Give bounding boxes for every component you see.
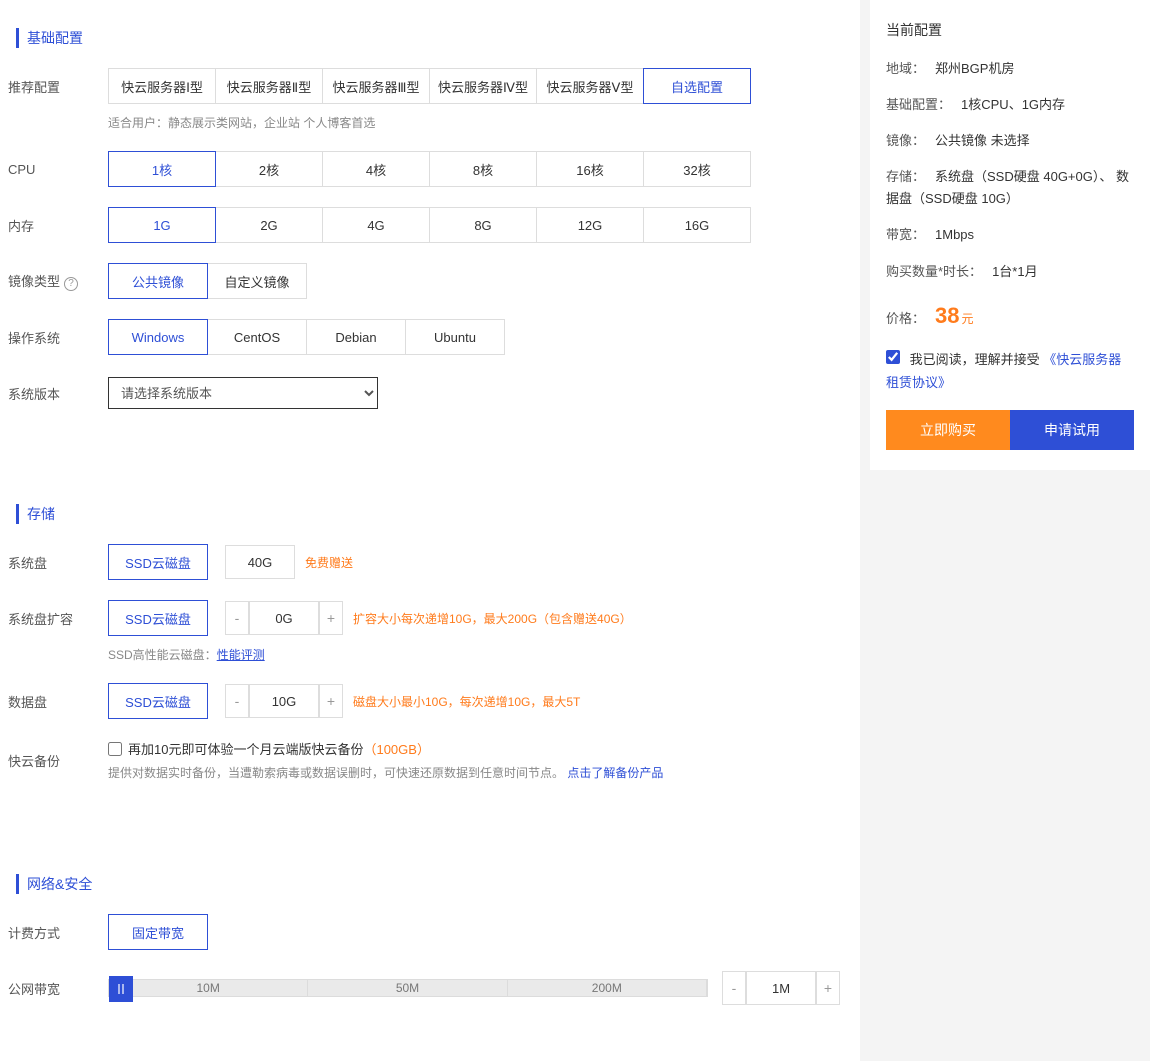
rec-opts-option-3[interactable]: 快云服务器Ⅳ型 [429, 68, 537, 104]
sysdisk-ext-plus[interactable]: + [319, 601, 343, 635]
rec-opts-option-4[interactable]: 快云服务器Ⅴ型 [536, 68, 644, 104]
perf-link[interactable]: 性能评测 [217, 648, 265, 662]
summary-image: 公共镜像 未选择 [935, 130, 1030, 152]
slider-mark-50m: 50M [308, 980, 507, 996]
section-title-network: 网络&安全 [16, 874, 840, 894]
sysdisk-size: 40G [225, 545, 295, 579]
section-title-storage: 存储 [16, 504, 840, 524]
backup-hint: 提供对数据实时备份，当遭勒索病毒或数据误删时，可快速还原数据到任意时间节点。 [108, 766, 564, 780]
rec-opts-option-5[interactable]: 自选配置 [643, 68, 751, 104]
mem-opts-option-4[interactable]: 12G [536, 207, 644, 243]
sysdisk-ext-size[interactable]: 0G [249, 601, 319, 635]
rec-opts-option-0[interactable]: 快云服务器Ⅰ型 [108, 68, 216, 104]
datadisk-size[interactable]: 10G [249, 684, 319, 718]
backup-checkbox-row[interactable]: 再加10元即可体验一个月云端版快云备份 （100GB） [108, 739, 430, 758]
sysdisk-gift: 免费赠送 [305, 554, 353, 571]
sysdisk-ext-note: 扩容大小每次递增10G，最大200G（包含赠送40G） [353, 610, 632, 627]
datadisk-type[interactable]: SSD云磁盘 [108, 683, 208, 719]
label-memory: 内存 [8, 216, 108, 235]
trial-button[interactable]: 申请试用 [1010, 410, 1134, 450]
os-opts-option-3[interactable]: Ubuntu [405, 319, 505, 355]
img-opts-option-0[interactable]: 公共镜像 [108, 263, 208, 299]
section-title-basic: 基础配置 [16, 28, 840, 48]
slider-mark-200m: 200M [508, 980, 707, 996]
perf-label: SSD高性能云磁盘： [108, 648, 217, 662]
cpu-opts-option-0[interactable]: 1核 [108, 151, 216, 187]
summary-price: 38 [935, 297, 959, 334]
summary-qty: 1台*1月 [992, 261, 1038, 283]
bandwidth-minus[interactable]: - [722, 971, 746, 1005]
agree-checkbox[interactable] [886, 350, 900, 364]
summary-title: 当前配置 [886, 20, 1134, 40]
rec-opts-option-1[interactable]: 快云服务器Ⅱ型 [215, 68, 323, 104]
cpu-opts-option-3[interactable]: 8核 [429, 151, 537, 187]
cpu-opts-option-1[interactable]: 2核 [215, 151, 323, 187]
label-bandwidth: 公网带宽 [8, 979, 108, 998]
help-icon[interactable]: ? [64, 277, 78, 291]
mem-opts-option-5[interactable]: 16G [643, 207, 751, 243]
cpu-opts-option-2[interactable]: 4核 [322, 151, 430, 187]
slider-mark-10m: 10M [109, 980, 308, 996]
sysdisk-ext-minus[interactable]: - [225, 601, 249, 635]
bill-opts-option-0[interactable]: 固定带宽 [108, 914, 208, 950]
agree-row[interactable]: 我已阅读，理解并接受 《快云服务器租赁协议》 [886, 352, 1121, 390]
label-os: 操作系统 [8, 328, 108, 347]
mem-opts-option-1[interactable]: 2G [215, 207, 323, 243]
backup-link[interactable]: 点击了解备份产品 [567, 766, 663, 780]
sysdisk-type[interactable]: SSD云磁盘 [108, 544, 208, 580]
label-cpu: CPU [8, 162, 108, 177]
datadisk-note: 磁盘大小最小10G，每次递增10G，最大5T [353, 693, 580, 710]
mem-opts-option-3[interactable]: 8G [429, 207, 537, 243]
label-sysversion: 系统版本 [8, 384, 108, 403]
cpu-opts-option-4[interactable]: 16核 [536, 151, 644, 187]
bandwidth-value[interactable]: 1M [746, 971, 816, 1005]
os-opts-option-1[interactable]: CentOS [207, 319, 307, 355]
storage-panel: 存储 系统盘 SSD云磁盘 40G 免费赠送 系统盘扩容 SSD云磁盘 - 0G… [0, 476, 860, 831]
summary-basic: 1核CPU、1G内存 [961, 94, 1065, 116]
backup-checkbox[interactable] [108, 742, 122, 756]
bandwidth-plus[interactable]: + [816, 971, 840, 1005]
summary-sidebar: 当前配置 地域：郑州BGP机房 基础配置：1核CPU、1G内存 镜像：公共镜像 … [870, 0, 1150, 470]
mem-opts-option-2[interactable]: 4G [322, 207, 430, 243]
bandwidth-handle[interactable] [109, 976, 133, 1002]
label-backup: 快云备份 [8, 751, 108, 770]
mem-opts-option-0[interactable]: 1G [108, 207, 216, 243]
os-opts-option-2[interactable]: Debian [306, 319, 406, 355]
network-panel: 网络&安全 计费方式 固定带宽 公网带宽 10M 50M 200M - 1M + [0, 846, 860, 1046]
recommend-hint: 适合用户：静态展示类网站，企业站 个人博客首选 [8, 114, 840, 131]
datadisk-minus[interactable]: - [225, 684, 249, 718]
os-opts-option-0[interactable]: Windows [108, 319, 208, 355]
label-sysdisk: 系统盘 [8, 553, 108, 572]
bandwidth-slider[interactable]: 10M 50M 200M [108, 979, 708, 997]
label-recommend: 推荐配置 [8, 77, 108, 96]
img-opts-option-1[interactable]: 自定义镜像 [207, 263, 307, 299]
basic-config-panel: 基础配置 推荐配置 快云服务器Ⅰ型快云服务器Ⅱ型快云服务器Ⅲ型快云服务器Ⅳ型快云… [0, 0, 860, 461]
datadisk-plus[interactable]: + [319, 684, 343, 718]
summary-bandwidth: 1Mbps [935, 224, 974, 246]
summary-region: 郑州BGP机房 [935, 58, 1014, 80]
cpu-opts-option-5[interactable]: 32核 [643, 151, 751, 187]
buy-button[interactable]: 立即购买 [886, 410, 1010, 450]
sysdisk-ext-type[interactable]: SSD云磁盘 [108, 600, 208, 636]
label-sysdisk-ext: 系统盘扩容 [8, 609, 108, 628]
system-version-select[interactable]: 请选择系统版本 [108, 377, 378, 409]
label-image-type: 镜像类型? [8, 271, 108, 291]
label-datadisk: 数据盘 [8, 692, 108, 711]
label-billing: 计费方式 [8, 923, 108, 942]
rec-opts-option-2[interactable]: 快云服务器Ⅲ型 [322, 68, 430, 104]
